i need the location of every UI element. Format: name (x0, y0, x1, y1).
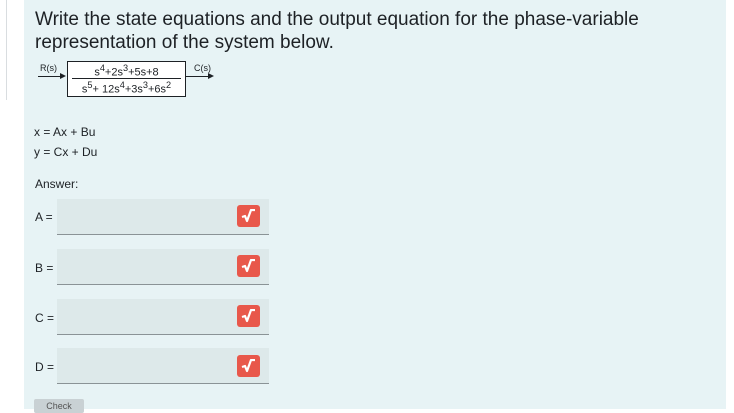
input-arrow (38, 76, 60, 77)
output-label: C(s) (194, 63, 211, 73)
output-arrow (186, 76, 208, 77)
output-arrowhead (208, 73, 214, 79)
field-label-a: A = (35, 210, 53, 224)
transfer-function-box: s4+2s3+5s+8 s5+ 12s4+3s3+6s2 (67, 61, 186, 97)
tf-numerator: s4+2s3+5s+8 (94, 63, 159, 79)
input-label: R(s) (40, 63, 57, 73)
sqrt-icon (241, 209, 255, 223)
input-arrowhead (60, 73, 66, 79)
output-equation: y = Cx + Du (34, 145, 97, 159)
state-equation-text: x = Ax + Bu (34, 125, 96, 139)
field-label-c: C = (35, 311, 55, 325)
sqrt-icon (241, 359, 255, 373)
answer-label: Answer: (35, 177, 79, 191)
math-editor-button-d[interactable] (237, 355, 260, 377)
check-button-label: Check (46, 401, 72, 411)
question-text: Write the state equations and the output… (35, 9, 639, 53)
tf-denominator: s5+ 12s4+3s3+6s2 (81, 80, 172, 96)
field-label-b: B = (35, 261, 54, 275)
math-editor-button-b[interactable] (237, 255, 260, 277)
math-editor-button-a[interactable] (237, 205, 260, 227)
sqrt-icon (241, 309, 255, 323)
left-page-edge (0, 0, 7, 100)
field-label-d: D = (35, 360, 55, 374)
tf-fraction-bar (72, 78, 181, 79)
math-editor-button-c[interactable] (237, 305, 260, 327)
sqrt-icon (241, 259, 255, 273)
state-equation: x = Ax + Bu (34, 125, 95, 139)
check-button[interactable]: Check (34, 399, 84, 413)
output-equation-text: y = Cx + Du (34, 145, 98, 159)
